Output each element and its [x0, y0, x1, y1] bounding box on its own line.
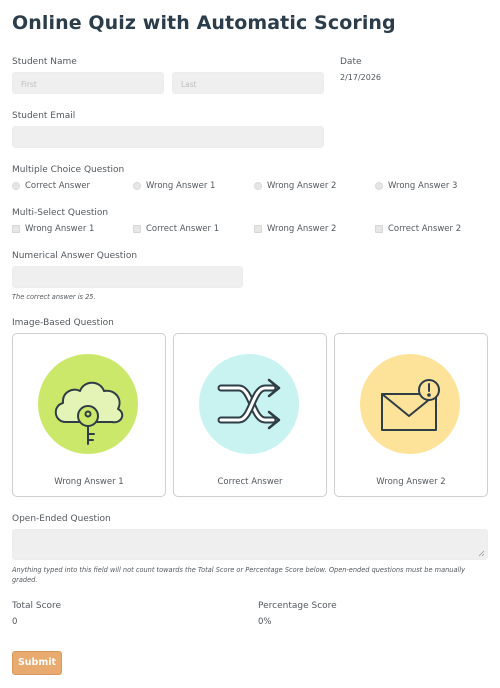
mc-option-label: Wrong Answer 3	[388, 181, 458, 191]
date-value[interactable]: 2/17/2026	[340, 73, 381, 82]
multi-select-label: Multi-Select Question	[12, 208, 109, 218]
percentage-score-label: Percentage Score	[258, 601, 337, 611]
first-name-input[interactable]: First	[12, 72, 164, 94]
mc-option-label: Wrong Answer 1	[146, 181, 216, 191]
image-option-caption: Wrong Answer 1	[54, 477, 124, 487]
date-label: Date	[340, 57, 362, 67]
mc-option-3[interactable]: Wrong Answer 2	[254, 181, 336, 191]
resize-handle-icon[interactable]	[478, 550, 485, 557]
image-based-label: Image-Based Question	[12, 318, 114, 328]
page-title: Online Quiz with Automatic Scoring	[12, 12, 396, 34]
ms-option-2[interactable]: Correct Answer 1	[133, 224, 219, 234]
mc-option-label: Wrong Answer 2	[267, 181, 337, 191]
mc-option-label: Correct Answer	[25, 181, 91, 191]
image-option-wrong-answer-2[interactable]: Wrong Answer 2	[334, 333, 488, 497]
open-ended-textarea[interactable]	[12, 529, 488, 560]
shuffle-arrows-icon	[199, 354, 299, 454]
multiple-choice-label: Multiple Choice Question	[12, 165, 125, 175]
numerical-label: Numerical Answer Question	[12, 251, 138, 261]
checkbox[interactable]	[375, 225, 383, 233]
checkbox[interactable]	[133, 225, 141, 233]
radio-button[interactable]	[375, 182, 383, 190]
radio-button[interactable]	[254, 182, 262, 190]
total-score-value: 0	[12, 617, 18, 627]
mc-option-4[interactable]: Wrong Answer 3	[375, 181, 457, 191]
checkbox[interactable]	[254, 225, 262, 233]
ms-option-3[interactable]: Wrong Answer 2	[254, 224, 336, 234]
last-name-placeholder: Last	[181, 80, 197, 89]
student-name-label: Student Name	[12, 57, 77, 67]
open-ended-note: Anything typed into this field will not …	[12, 566, 466, 584]
mc-option-2[interactable]: Wrong Answer 1	[133, 181, 215, 191]
ms-option-label: Wrong Answer 2	[267, 224, 337, 234]
ms-option-label: Correct Answer 1	[146, 224, 220, 234]
first-name-placeholder: First	[21, 80, 37, 89]
last-name-input[interactable]: Last	[172, 72, 324, 94]
radio-button[interactable]	[12, 182, 20, 190]
student-email-label: Student Email	[12, 111, 76, 121]
radio-button[interactable]	[133, 182, 141, 190]
ms-option-label: Wrong Answer 1	[25, 224, 95, 234]
ms-option-1[interactable]: Wrong Answer 1	[12, 224, 94, 234]
submit-button[interactable]: Submit	[12, 651, 62, 675]
envelope-alert-icon	[360, 354, 460, 454]
mc-option-1[interactable]: Correct Answer	[12, 181, 90, 191]
open-ended-label: Open-Ended Question	[12, 514, 111, 524]
image-option-correct-answer[interactable]: Correct Answer	[173, 333, 327, 497]
image-option-caption: Wrong Answer 2	[376, 477, 446, 487]
numerical-answer-input[interactable]	[12, 266, 243, 288]
ms-option-label: Correct Answer 2	[388, 224, 462, 234]
ms-option-4[interactable]: Correct Answer 2	[375, 224, 461, 234]
percentage-score-value: 0%	[258, 617, 272, 627]
image-option-wrong-answer-1[interactable]: Wrong Answer 1	[12, 333, 166, 497]
checkbox[interactable]	[12, 225, 20, 233]
total-score-label: Total Score	[12, 601, 62, 611]
student-email-input[interactable]	[12, 126, 324, 148]
cloud-key-icon	[38, 354, 138, 454]
image-option-caption: Correct Answer	[217, 477, 283, 487]
numerical-hint: The correct answer is 25.	[12, 293, 96, 301]
